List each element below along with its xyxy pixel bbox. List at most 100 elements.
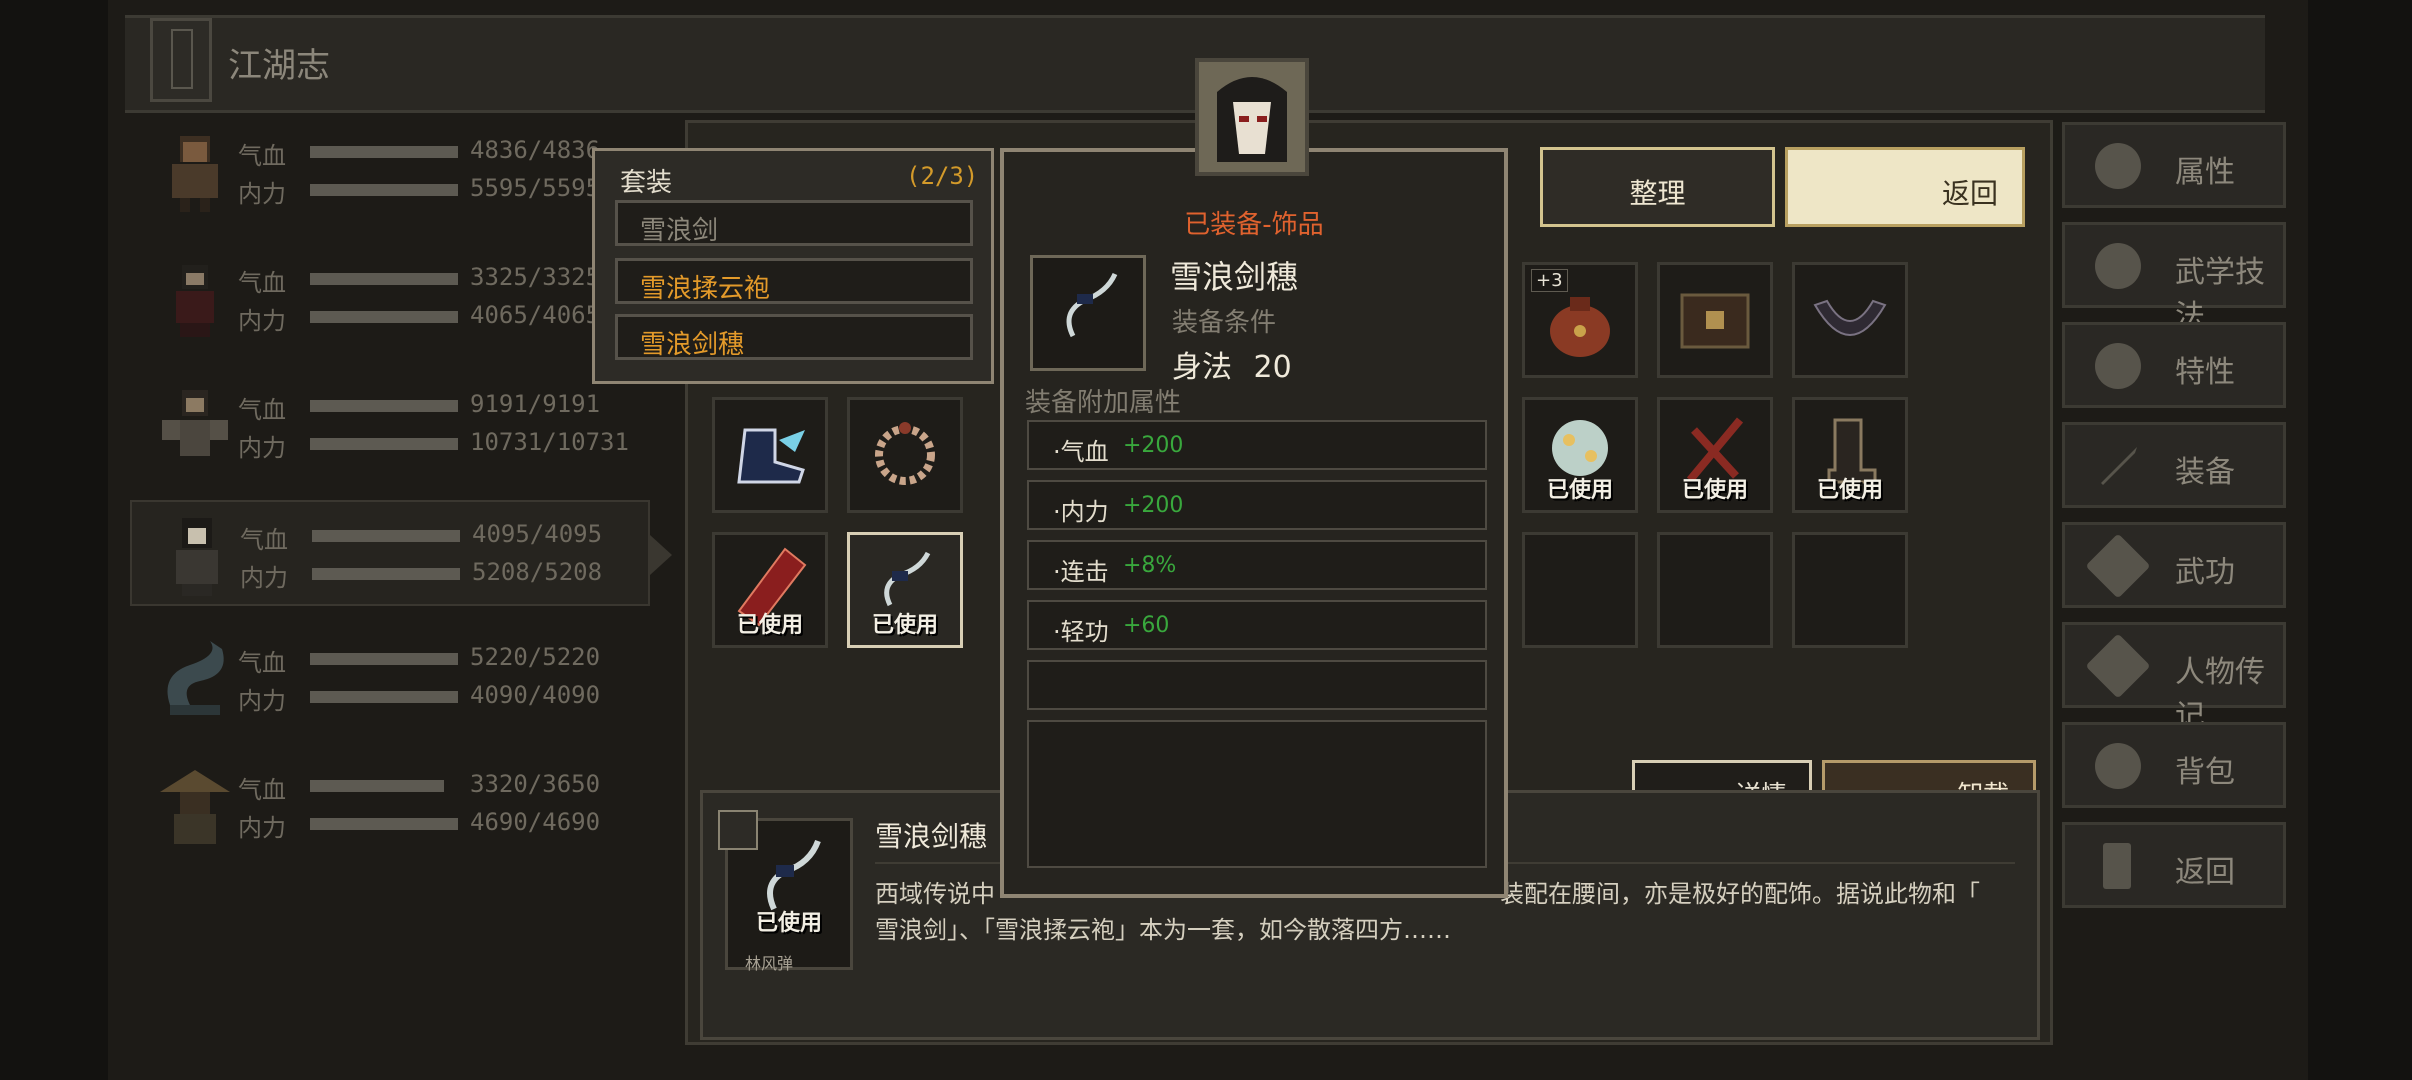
hp-label: 气血 <box>238 269 286 297</box>
stat-row: ·轻功 +60 <box>1027 600 1487 650</box>
menu-label: 武功 <box>2175 555 2235 590</box>
mp-label: 内力 <box>238 180 286 208</box>
menu-equipment[interactable]: 装备 <box>2062 422 2286 508</box>
hp-value: 4836/4836 <box>470 136 601 164</box>
mp-label: 内力 <box>238 814 286 842</box>
mp-value: 10731/10731 <box>470 428 629 456</box>
inventory-slot[interactable] <box>1792 262 1908 378</box>
hp-value: 4095/4095 <box>472 520 603 548</box>
person-icon <box>2095 143 2141 189</box>
inventory-slot-selected[interactable]: 已使用 <box>847 532 963 648</box>
stat-value: +8% <box>1123 553 1177 578</box>
character-portrait <box>1195 58 1309 176</box>
menu-biography[interactable]: 人物传记 <box>2062 622 2286 734</box>
upgrade-badge: +3 <box>1531 269 1568 292</box>
masked-face-icon <box>1199 62 1305 172</box>
menu-return[interactable]: 返回 <box>2062 822 2286 908</box>
inventory-slot[interactable] <box>847 397 963 513</box>
trait-person-icon <box>2095 343 2141 389</box>
hp-label: 气血 <box>240 526 288 554</box>
equipped-badge-icon <box>718 810 758 850</box>
description-item-name: 雪浪剑穗 <box>875 820 988 853</box>
door-icon <box>2103 843 2131 889</box>
hp-label: 气血 <box>238 776 286 804</box>
inventory-slot[interactable]: 已使用 <box>1522 397 1638 513</box>
tooltip-item-name: 雪浪剑穗 <box>1170 258 1299 296</box>
sort-button[interactable]: 整理 <box>1540 147 1775 227</box>
book-icon <box>150 18 212 102</box>
hp-bar <box>310 146 458 158</box>
character-row[interactable]: 气血 9191/9191 内力 10731/10731 <box>130 372 650 480</box>
set-item-label: 雪浪揉云袍 <box>640 274 771 304</box>
hp-bar <box>310 780 444 792</box>
mp-bar <box>310 438 458 450</box>
menu-attributes[interactable]: 属性 <box>2062 122 2286 208</box>
character-row[interactable]: 气血 5220/5220 内力 4090/4090 <box>130 625 650 733</box>
inventory-slot-empty[interactable] <box>1657 532 1773 648</box>
character-row[interactable]: 气血 3325/3325 内力 4065/4065 <box>130 245 650 353</box>
inventory-slot[interactable] <box>712 397 828 513</box>
inventory-slot[interactable]: 已使用 <box>1792 397 1908 513</box>
stat-name: ·内力 <box>1053 498 1109 526</box>
mp-value: 4090/4090 <box>470 681 601 709</box>
set-item[interactable]: 雪浪揉云袍 <box>615 258 973 304</box>
menu-label: 背包 <box>2175 755 2235 790</box>
hp-label: 气血 <box>238 396 286 424</box>
mp-label: 内力 <box>238 307 286 335</box>
mp-label: 内力 <box>238 687 286 715</box>
menu-bag[interactable]: 背包 <box>2062 722 2286 808</box>
set-item[interactable]: 雪浪剑穗 <box>615 314 973 360</box>
character-avatar <box>176 265 214 337</box>
inventory-slot[interactable] <box>1657 262 1773 378</box>
set-item-label: 雪浪剑穗 <box>640 330 745 360</box>
book-icon <box>2085 633 2151 699</box>
stat-name: ·轻功 <box>1053 618 1109 646</box>
description-line2: 雪浪剑」、「雪浪揉云袍」本为一套，如今散落四方…… <box>875 916 1451 944</box>
menu-traits[interactable]: 特性 <box>2062 322 2286 408</box>
used-label: 已使用 <box>736 613 803 638</box>
tooltip-item-frame <box>1030 255 1146 371</box>
menu-martial-techniques[interactable]: 武学技法 <box>2062 222 2286 334</box>
character-row-selected[interactable]: 气血 4095/4095 内力 5208/5208 <box>130 500 650 606</box>
character-avatar <box>167 641 224 715</box>
used-label: 已使用 <box>871 613 938 638</box>
inventory-slot-empty[interactable] <box>1522 532 1638 648</box>
character-row[interactable]: 气血 4836/4836 内力 5595/5595 <box>130 118 650 226</box>
winged-boot-icon <box>737 428 805 484</box>
stat-name: ·气血 <box>1053 438 1109 466</box>
hp-value: 3325/3325 <box>470 263 601 291</box>
hp-label: 气血 <box>238 649 286 677</box>
mp-value: 4690/4690 <box>470 808 601 836</box>
inventory-slot[interactable]: 已使用 <box>1657 397 1773 513</box>
character-avatar <box>172 136 218 212</box>
sword-icon <box>2101 447 2137 485</box>
prayer-beads-icon <box>875 422 935 485</box>
return-button[interactable]: 返回 <box>1785 147 2025 227</box>
hp-bar <box>310 273 458 285</box>
inventory-slot-empty[interactable] <box>1792 532 1908 648</box>
set-item-label: 雪浪剑 <box>640 216 719 246</box>
set-title: 套装 <box>620 168 673 198</box>
used-label: 已使用 <box>1681 478 1748 503</box>
mp-bar <box>310 311 458 323</box>
used-label: 已使用 <box>1546 478 1613 503</box>
collar-icon <box>1813 299 1887 336</box>
mp-value: 5208/5208 <box>472 558 603 586</box>
requirement-value: 20 <box>1253 350 1292 385</box>
inventory-slot[interactable]: +3 <box>1522 262 1638 378</box>
character-row[interactable]: 气血 3320/3650 内力 4690/4690 <box>130 752 650 860</box>
used-label: 已使用 <box>1816 478 1883 503</box>
sort-label: 整理 <box>1629 177 1686 210</box>
hp-value: 9191/9191 <box>470 390 601 418</box>
inventory-slot[interactable]: 已使用 <box>712 532 828 648</box>
set-item[interactable]: 雪浪剑 <box>615 200 973 246</box>
hp-bar <box>312 530 460 542</box>
menu-label: 特性 <box>2175 355 2235 390</box>
mp-label: 内力 <box>238 434 286 462</box>
menu-label: 属性 <box>2175 155 2235 190</box>
mp-bar <box>310 184 458 196</box>
hp-bar <box>310 400 458 412</box>
menu-martial-arts[interactable]: 武功 <box>2062 522 2286 608</box>
bag-icon <box>2095 743 2141 789</box>
used-label: 已使用 <box>755 911 822 936</box>
